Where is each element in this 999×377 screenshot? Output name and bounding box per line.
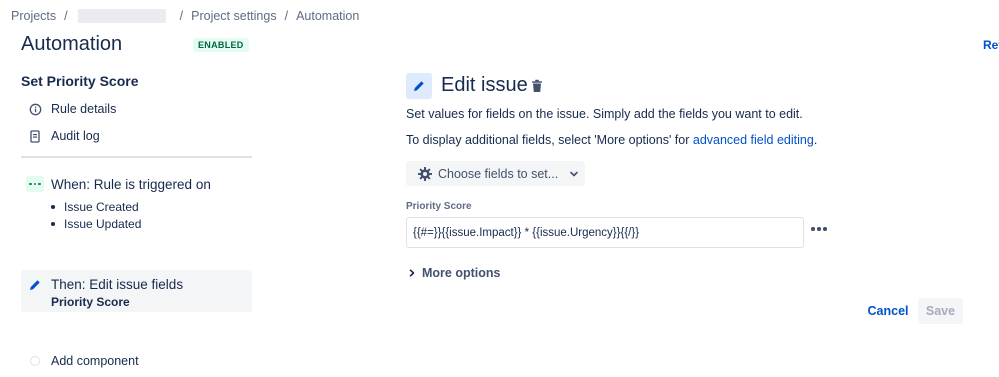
sidebar-divider	[21, 156, 252, 158]
sidebar-item-label: Rule details	[51, 102, 117, 116]
trigger-event-item: Issue Created	[51, 198, 141, 215]
status-badge: ENABLED	[193, 38, 249, 52]
edit-description: Set values for fields on the issue. Simp…	[406, 107, 803, 121]
add-component-dot-icon	[30, 356, 40, 366]
sidebar-item-label: Audit log	[51, 129, 100, 143]
more-actions-icon[interactable]	[811, 227, 829, 231]
cancel-button[interactable]: Cancel	[862, 298, 914, 324]
breadcrumb-separator: /	[64, 9, 68, 23]
trigger-title[interactable]: When: Rule is triggered on	[51, 177, 211, 192]
breadcrumb-project-redacted[interactable]	[77, 9, 166, 23]
trigger-events: Issue Created Issue Updated	[51, 198, 141, 232]
trigger-event-item: Issue Updated	[51, 215, 141, 232]
breadcrumb-projects[interactable]: Projects	[11, 9, 56, 23]
more-options-label: More options	[422, 266, 501, 280]
priority-score-label: Priority Score	[406, 201, 472, 212]
action-title: Then: Edit issue fields	[51, 277, 184, 292]
advanced-field-editing-link[interactable]: advanced field editing	[693, 133, 814, 147]
edit-issue-icon	[406, 73, 432, 99]
top-right-link[interactable]: Ret	[983, 38, 999, 52]
breadcrumb-separator: /	[179, 9, 184, 23]
action-edit-issue-fields[interactable]: Then: Edit issue fields Priority Score	[21, 270, 252, 312]
priority-score-input[interactable]	[406, 217, 804, 248]
rule-name: Set Priority Score	[21, 73, 139, 89]
gear-icon	[418, 166, 432, 181]
breadcrumb: Projects / / Project settings / Automati…	[11, 8, 359, 24]
trash-icon[interactable]	[530, 79, 544, 93]
pencil-icon	[28, 278, 42, 292]
choose-fields-label: Choose fields to set...	[438, 166, 559, 181]
sidebar-item-audit-log[interactable]: Audit log	[28, 127, 100, 145]
breadcrumb-automation[interactable]: Automation	[296, 9, 359, 23]
trigger-icon	[26, 176, 44, 192]
add-component-link[interactable]: Add component	[51, 354, 139, 368]
page-title: Automation	[21, 33, 123, 55]
breadcrumb-separator: /	[284, 9, 289, 23]
sidebar-item-rule-details[interactable]: Rule details	[28, 100, 116, 118]
chevron-down-icon	[570, 171, 579, 176]
breadcrumb-project-settings[interactable]: Project settings	[191, 9, 276, 23]
more-options-toggle[interactable]: More options	[408, 266, 500, 280]
document-icon	[28, 129, 42, 143]
save-button[interactable]: Save	[918, 298, 963, 324]
edit-description-advanced: To display additional fields, select 'Mo…	[406, 133, 818, 147]
chevron-right-icon	[409, 269, 415, 277]
info-icon	[28, 102, 42, 116]
edit-issue-title: Edit issue	[441, 74, 528, 96]
choose-fields-button[interactable]: Choose fields to set...	[406, 161, 585, 186]
action-subtitle: Priority Score	[51, 295, 130, 309]
